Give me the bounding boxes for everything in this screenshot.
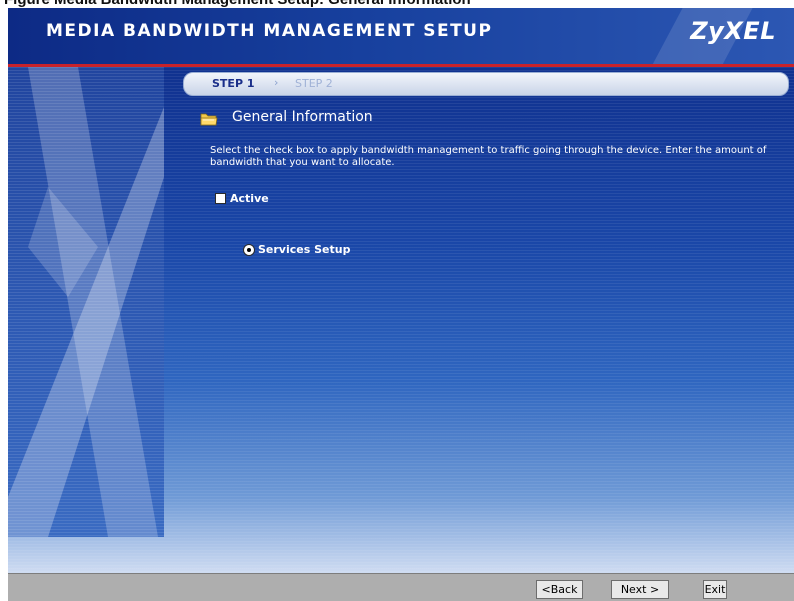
figure-caption-text: Figure Media Bandwidth Management Setup:… <box>4 0 471 8</box>
step-indicator: STEP 1 › STEP 2 <box>183 72 789 96</box>
active-checkbox[interactable] <box>215 193 226 204</box>
folder-icon <box>200 113 218 126</box>
step-1-label: STEP 1 <box>212 77 255 90</box>
zyxel-logo: ZyXEL <box>690 17 776 45</box>
side-panel <box>8 67 164 537</box>
back-button[interactable]: <Back <box>536 580 583 599</box>
services-setup-radio[interactable] <box>243 244 255 256</box>
services-setup-label: Services Setup <box>258 243 351 256</box>
header-bar: MEDIA BANDWIDTH MANAGEMENT SETUP ZyXEL <box>8 8 794 64</box>
button-bar: <Back Next > Exit <box>8 573 794 601</box>
section-description: Select the check box to apply bandwidth … <box>210 145 767 168</box>
next-button[interactable]: Next > <box>611 580 669 599</box>
radio-selected-dot <box>247 248 251 252</box>
x-graphic-icon <box>8 67 164 537</box>
figure-caption: Figure Media Bandwidth Management Setup:… <box>0 0 794 8</box>
section-title: General Information <box>232 109 373 125</box>
step-arrow-icon: › <box>274 76 279 89</box>
wizard-window: MEDIA BANDWIDTH MANAGEMENT SETUP ZyXEL S… <box>8 8 794 601</box>
step-2-label: STEP 2 <box>295 77 333 90</box>
exit-button[interactable]: Exit <box>703 580 727 599</box>
wizard-title: MEDIA BANDWIDTH MANAGEMENT SETUP <box>46 21 493 41</box>
active-label: Active <box>230 192 269 205</box>
main-content: STEP 1 › STEP 2 General Information Sele… <box>8 67 794 573</box>
